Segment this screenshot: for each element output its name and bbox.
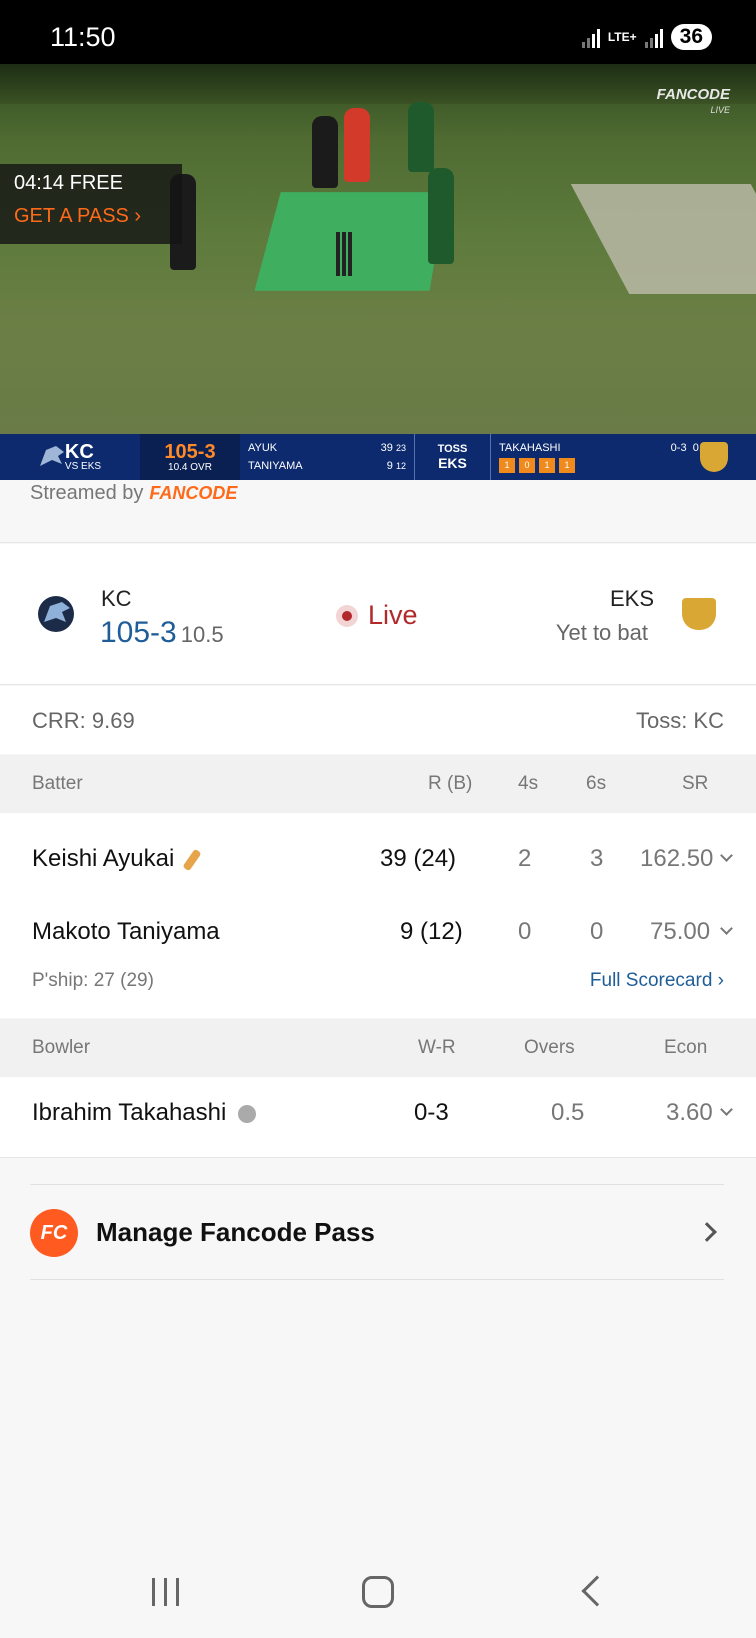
match-summary[interactable]: KC 105-3 10.5 Live EKS Yet to bat [0,544,756,684]
back-icon[interactable] [581,1575,613,1607]
video-player-figure [428,168,454,264]
ball-icon [238,1104,257,1123]
team2-status: Yet to bat [555,620,648,645]
chevron-down-icon[interactable] [720,849,733,862]
status-time: 11:50 [50,22,116,52]
eks-logo-icon [682,598,716,630]
video-background [0,64,756,104]
bowler-name: Ibrahim Takahashi [32,1099,257,1127]
batter-row[interactable]: Keishi Ayukai 39 (24) 2 3 162.50 [0,823,756,895]
bowling-rows: Ibrahim Takahashi 0-3 0.5 3.60 [0,1077,756,1157]
batter-name: Keishi Ayukai [32,845,202,873]
status-icons: LTE+ 36 [581,24,712,50]
video-player[interactable]: FANCODE LIVE 04:14 FREE GET A PASS › [0,64,756,434]
network-type: LTE+ [607,29,637,44]
chevron-down-icon[interactable] [720,922,733,935]
current-run-rate: CRR: 9.69 [32,708,135,733]
team1-score: 105-3 10.5 [100,616,224,649]
video-player-figure [312,116,338,188]
broadcast-score-bar: KC VS EKS 105-3 10.4 OVR AYUK 39 23 TANIY… [0,434,756,480]
video-player-figure [408,102,434,172]
free-pass-banner[interactable]: 04:14 FREE GET A PASS › [0,164,182,244]
team2-name: EKS [609,586,654,611]
manage-pass-label: Manage Fancode Pass [96,1217,375,1247]
divider [0,542,756,543]
score-bar-batters: AYUK 39 23 TANIYAMA 9 12 [240,434,415,480]
home-icon[interactable] [362,1576,394,1608]
chargers-logo-icon [40,446,64,466]
system-nav-bar [0,1560,756,1638]
stumps-icon [336,232,352,276]
live-dot-icon [336,604,358,627]
status-bar: 11:50 LTE+ 36 [0,0,756,64]
match-meta: CRR: 9.69 Toss: KC [0,686,756,754]
score-bar-toss: TOSS EKS [415,434,491,480]
chargers-logo-icon [38,596,74,632]
live-status: Live [336,600,418,631]
chevron-down-icon[interactable] [720,1103,733,1116]
get-pass-link[interactable]: GET A PASS › [14,205,168,228]
signal-icon [581,26,600,48]
team1-name: KC [101,586,132,611]
batter-row[interactable]: Makoto Taniyama 9 (12) 0 0 75.00 [0,896,756,968]
eks-logo-icon [700,442,728,472]
chevron-right-icon [697,1222,717,1242]
bowling-header: Bowler W-R Overs Econ [0,1019,756,1077]
streamed-by: Streamed by FANCODE [30,482,238,504]
partnership: P'ship: 27 (29) [32,970,154,991]
full-scorecard-link[interactable]: Full Scorecard › [590,970,724,992]
video-ground-strip [570,184,756,294]
recents-icon[interactable] [152,1578,179,1606]
bowler-row[interactable]: Ibrahim Takahashi 0-3 0.5 3.60 [0,1077,756,1149]
batting-header: Batter R (B) 4s 6s SR [0,755,756,813]
bat-icon [182,848,202,871]
video-player-figure [344,108,370,182]
battery-level: 36 [670,24,712,50]
toss-info: Toss: KC [635,708,724,733]
divider [0,684,756,685]
free-timer: 04:14 FREE [14,172,123,194]
fancode-watermark: FANCODE LIVE [656,86,730,115]
score-bar-score: 105-3 10.4 OVR [140,434,240,480]
manage-fancode-pass[interactable]: FC Manage Fancode Pass [30,1184,724,1280]
fancode-logo-icon: FC [30,1209,78,1257]
score-bar-team: KC VS EKS [64,440,102,472]
divider [0,1157,756,1158]
signal-icon-2 [644,26,663,48]
